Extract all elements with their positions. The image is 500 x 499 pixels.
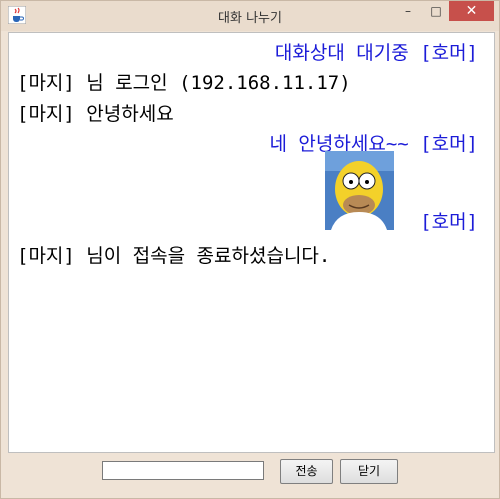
chat-message: [마지] 님이 접속을 종료하셨습니다. bbox=[17, 245, 331, 267]
homer-avatar-image bbox=[325, 151, 394, 230]
minimize-button[interactable]: – bbox=[395, 1, 421, 21]
chat-message: 대화상대 대기중 [호머] bbox=[274, 42, 478, 64]
chat-message: [마지] 안녕하세요 bbox=[17, 103, 174, 125]
title-bar[interactable]: 대화 나누기 – □ ✕ bbox=[1, 1, 499, 31]
chat-message: [마지] 님 로그인 (192.168.11.17) bbox=[17, 72, 351, 94]
chat-window: 대화 나누기 – □ ✕ 대화상대 대기중 [호머] [마지] 님 로그인 (1… bbox=[0, 0, 500, 499]
input-bar: 전송 닫기 bbox=[8, 453, 493, 493]
maximize-button[interactable]: □ bbox=[423, 1, 449, 21]
chat-transcript[interactable]: 대화상대 대기중 [호머] [마지] 님 로그인 (192.168.11.17)… bbox=[8, 32, 495, 453]
send-button[interactable]: 전송 bbox=[280, 459, 333, 484]
chat-message: [호머] bbox=[420, 211, 478, 233]
close-window-button[interactable]: ✕ bbox=[449, 1, 494, 21]
close-button[interactable]: 닫기 bbox=[340, 459, 398, 484]
message-input[interactable] bbox=[102, 461, 264, 480]
